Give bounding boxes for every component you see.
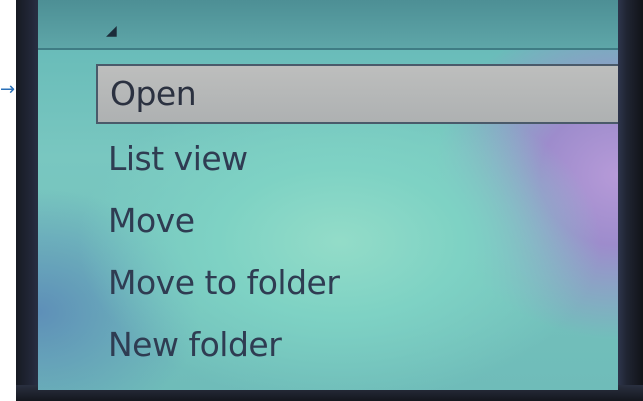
menu-item-label: Open	[110, 74, 197, 113]
options-menu: Open List view Move Move to folder New f…	[96, 64, 618, 384]
signal-icon: ◢	[106, 23, 117, 39]
menu-item-move[interactable]: Move	[96, 190, 618, 252]
photo-frame: ◢ Open List view Move Move to folder New…	[0, 0, 643, 401]
menu-item-move-to-folder[interactable]: Move to folder	[96, 252, 618, 314]
pointer-arrow-icon: →	[0, 79, 16, 100]
menu-item-list-view[interactable]: List view	[96, 128, 618, 190]
menu-item-open[interactable]: Open	[96, 64, 618, 124]
menu-item-label: Move to folder	[108, 263, 340, 302]
menu-item-label: New folder	[108, 325, 282, 364]
title-bar: ◢	[38, 0, 618, 50]
menu-item-label: Move	[108, 201, 195, 240]
phone-screen: ◢ Open List view Move Move to folder New…	[38, 0, 618, 390]
menu-item-new-folder[interactable]: New folder	[96, 314, 618, 376]
menu-item-label: List view	[108, 139, 248, 178]
